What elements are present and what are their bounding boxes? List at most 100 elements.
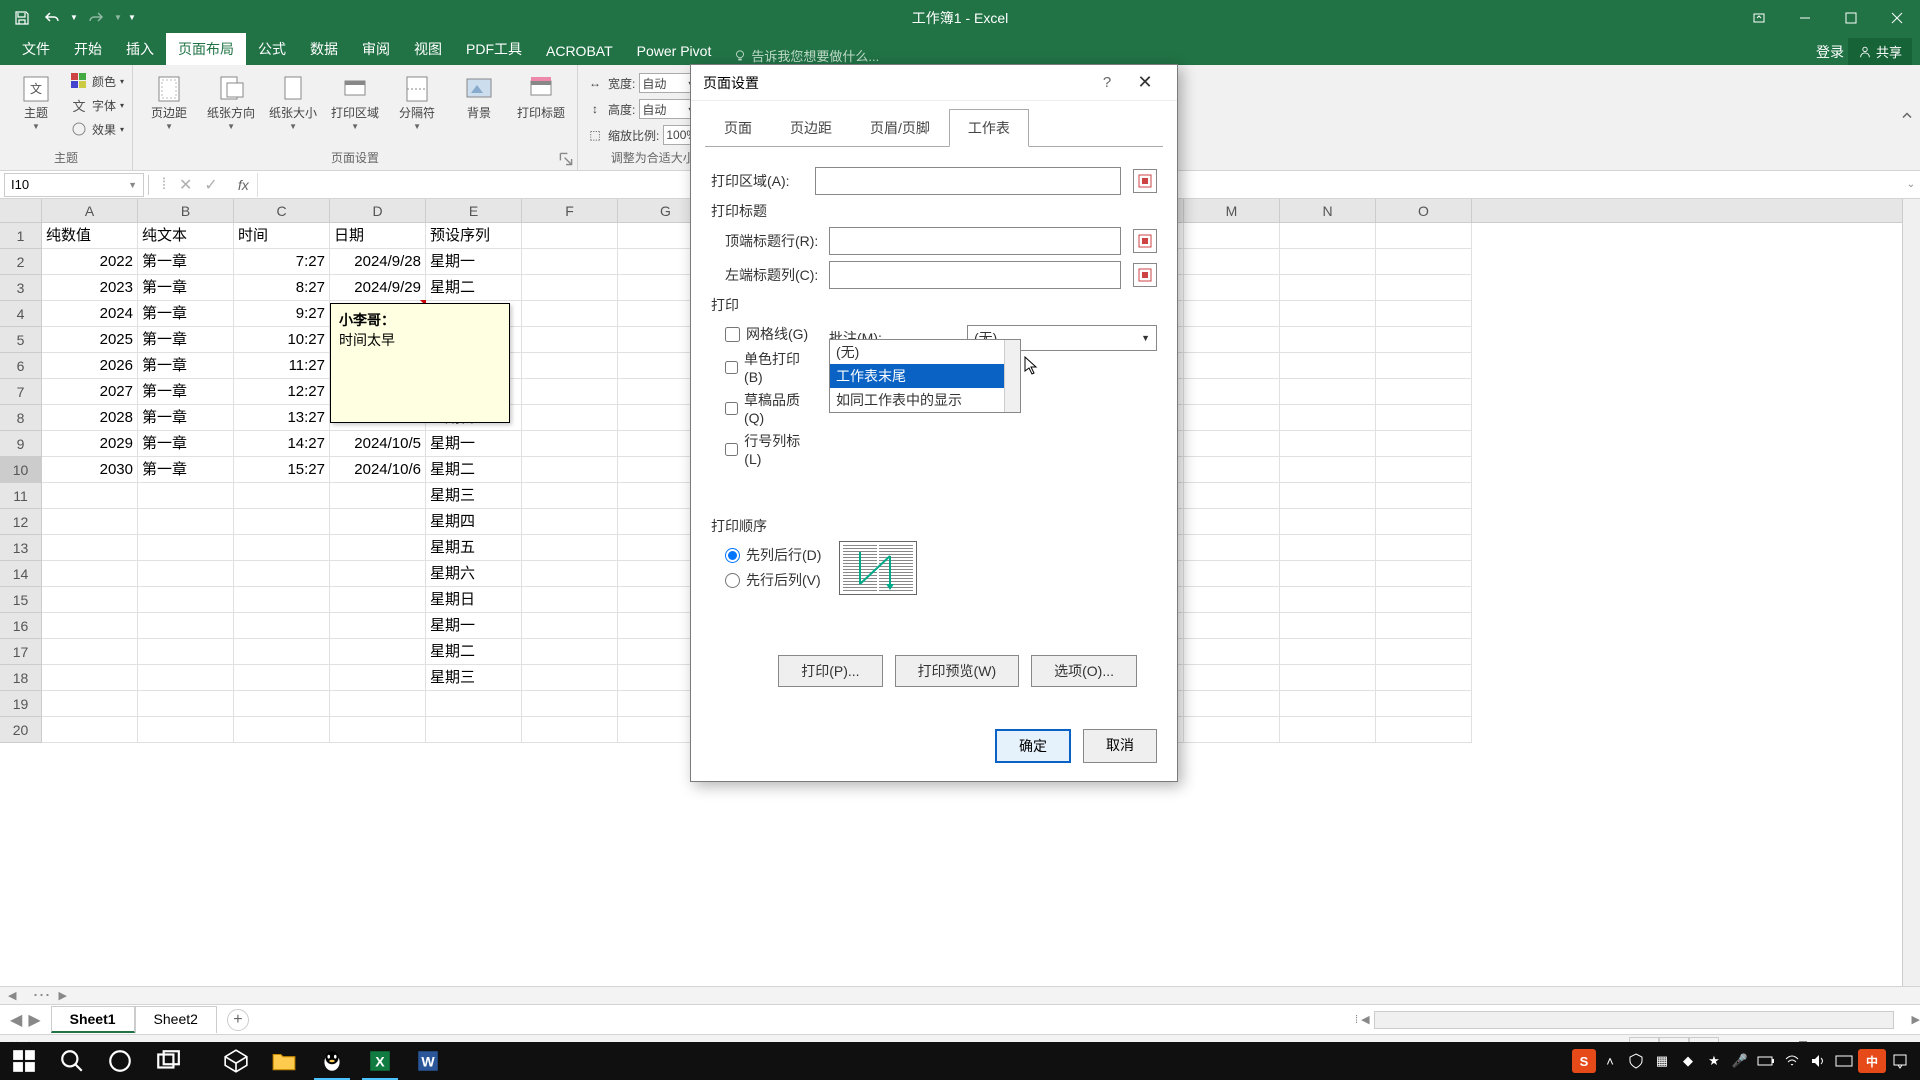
cell[interactable] xyxy=(1280,431,1376,457)
themes-button[interactable]: 文 主题 ▼ xyxy=(8,69,64,131)
cell[interactable] xyxy=(1184,431,1280,457)
cell[interactable] xyxy=(330,535,426,561)
cell[interactable]: 2024/9/29 xyxy=(330,275,426,301)
cell[interactable] xyxy=(42,717,138,743)
over-then-down-radio[interactable]: 先行后列(V) xyxy=(725,570,821,590)
column-header[interactable]: B xyxy=(138,199,234,222)
share-button[interactable]: 共享 xyxy=(1848,38,1912,65)
column-header[interactable]: F xyxy=(522,199,618,222)
background-button[interactable]: 背景 xyxy=(451,69,507,120)
tray-keyboard-icon[interactable] xyxy=(1832,1049,1856,1073)
sheet-tab[interactable]: Sheet1 xyxy=(51,1006,135,1033)
vertical-scrollbar[interactable] xyxy=(1902,199,1920,986)
cell[interactable] xyxy=(234,665,330,691)
print-area-input[interactable] xyxy=(815,167,1121,195)
cell[interactable] xyxy=(1184,301,1280,327)
cell[interactable] xyxy=(1376,509,1472,535)
row-header[interactable]: 15 xyxy=(0,587,42,613)
collapse-ribbon-icon[interactable] xyxy=(1900,108,1914,127)
ribbon-tab[interactable]: Power Pivot xyxy=(625,37,724,65)
sheet-scroll-right-icon[interactable]: ▶ xyxy=(58,989,66,1002)
cell[interactable] xyxy=(1280,301,1376,327)
tell-me-input[interactable]: 告诉我您想要做什么... xyxy=(733,46,879,65)
ribbon-display-icon[interactable] xyxy=(1736,0,1782,35)
cell[interactable] xyxy=(1280,587,1376,613)
cell[interactable]: 星期一 xyxy=(426,613,522,639)
row-header[interactable]: 19 xyxy=(0,691,42,717)
row-header[interactable]: 10 xyxy=(0,457,42,483)
cell[interactable] xyxy=(138,717,234,743)
row-header[interactable]: 18 xyxy=(0,665,42,691)
cell[interactable] xyxy=(42,587,138,613)
tray-app2-icon[interactable]: ◆ xyxy=(1676,1049,1700,1073)
cell[interactable] xyxy=(1184,535,1280,561)
cell[interactable] xyxy=(522,535,618,561)
theme-colors-button[interactable]: 颜色 ▾ xyxy=(70,69,124,93)
cell[interactable] xyxy=(1280,717,1376,743)
cell[interactable]: 星期二 xyxy=(426,275,522,301)
ribbon-tab[interactable]: 视图 xyxy=(402,33,454,65)
cell[interactable]: 15:27 xyxy=(234,457,330,483)
ribbon-tab[interactable]: 文件 xyxy=(10,33,62,65)
cell[interactable] xyxy=(1184,639,1280,665)
cell[interactable] xyxy=(522,379,618,405)
dialog-help-icon[interactable]: ? xyxy=(1089,74,1125,91)
row-header[interactable]: 4 xyxy=(0,301,42,327)
print-titles-button[interactable]: 打印标题 xyxy=(513,69,569,120)
cell[interactable] xyxy=(1280,327,1376,353)
cell[interactable]: 2024/10/5 xyxy=(330,431,426,457)
cell[interactable] xyxy=(1376,327,1472,353)
cell[interactable] xyxy=(1184,353,1280,379)
cell[interactable]: 星期三 xyxy=(426,665,522,691)
cell[interactable]: 第一章 xyxy=(138,249,234,275)
cell[interactable] xyxy=(522,613,618,639)
width-combo[interactable]: 自动▾ xyxy=(639,73,695,93)
undo-icon[interactable] xyxy=(38,4,66,32)
cell[interactable] xyxy=(426,691,522,717)
cell[interactable] xyxy=(1280,639,1376,665)
cell[interactable]: 星期三 xyxy=(426,483,522,509)
cell[interactable] xyxy=(330,483,426,509)
ribbon-tab[interactable]: 页面布局 xyxy=(166,33,246,65)
cell[interactable] xyxy=(1376,717,1472,743)
left-cols-input[interactable] xyxy=(829,261,1121,289)
row-header[interactable]: 5 xyxy=(0,327,42,353)
cell[interactable]: 第一章 xyxy=(138,405,234,431)
cell[interactable] xyxy=(1376,223,1472,249)
tray-sogou-icon[interactable]: S xyxy=(1572,1049,1596,1073)
cell[interactable] xyxy=(330,639,426,665)
orientation-button[interactable]: 纸张方向▼ xyxy=(203,69,259,131)
taskbar-word-icon[interactable]: W xyxy=(404,1042,452,1080)
cell[interactable]: 2024 xyxy=(42,301,138,327)
start-button[interactable] xyxy=(0,1042,48,1080)
cell[interactable] xyxy=(522,717,618,743)
row-header[interactable]: 6 xyxy=(0,353,42,379)
cell[interactable] xyxy=(42,561,138,587)
options-button[interactable]: 选项(O)... xyxy=(1031,655,1137,687)
column-header[interactable]: E xyxy=(426,199,522,222)
cell[interactable] xyxy=(522,249,618,275)
cell[interactable]: 2030 xyxy=(42,457,138,483)
cell[interactable] xyxy=(42,535,138,561)
cell[interactable]: 预设序列 xyxy=(426,223,522,249)
print-area-button[interactable]: 打印区域▼ xyxy=(327,69,383,131)
cell[interactable] xyxy=(1280,483,1376,509)
cell[interactable]: 纯数值 xyxy=(42,223,138,249)
dropdown-option[interactable]: 如同工作表中的显示 xyxy=(830,388,1020,412)
cell[interactable]: 星期一 xyxy=(426,249,522,275)
ribbon-tab[interactable]: PDF工具 xyxy=(454,33,534,65)
cell[interactable]: 7:27 xyxy=(234,249,330,275)
cell[interactable] xyxy=(330,561,426,587)
row-header[interactable]: 7 xyxy=(0,379,42,405)
cell[interactable] xyxy=(1376,301,1472,327)
cell[interactable]: 2027 xyxy=(42,379,138,405)
cell[interactable] xyxy=(1280,535,1376,561)
cell[interactable] xyxy=(522,275,618,301)
cell[interactable]: 11:27 xyxy=(234,353,330,379)
cell[interactable] xyxy=(234,717,330,743)
cell[interactable] xyxy=(1376,665,1472,691)
cell[interactable]: 第一章 xyxy=(138,327,234,353)
cell[interactable] xyxy=(1184,587,1280,613)
cell[interactable] xyxy=(1376,587,1472,613)
tray-ime-icon[interactable]: 中 xyxy=(1858,1049,1886,1073)
